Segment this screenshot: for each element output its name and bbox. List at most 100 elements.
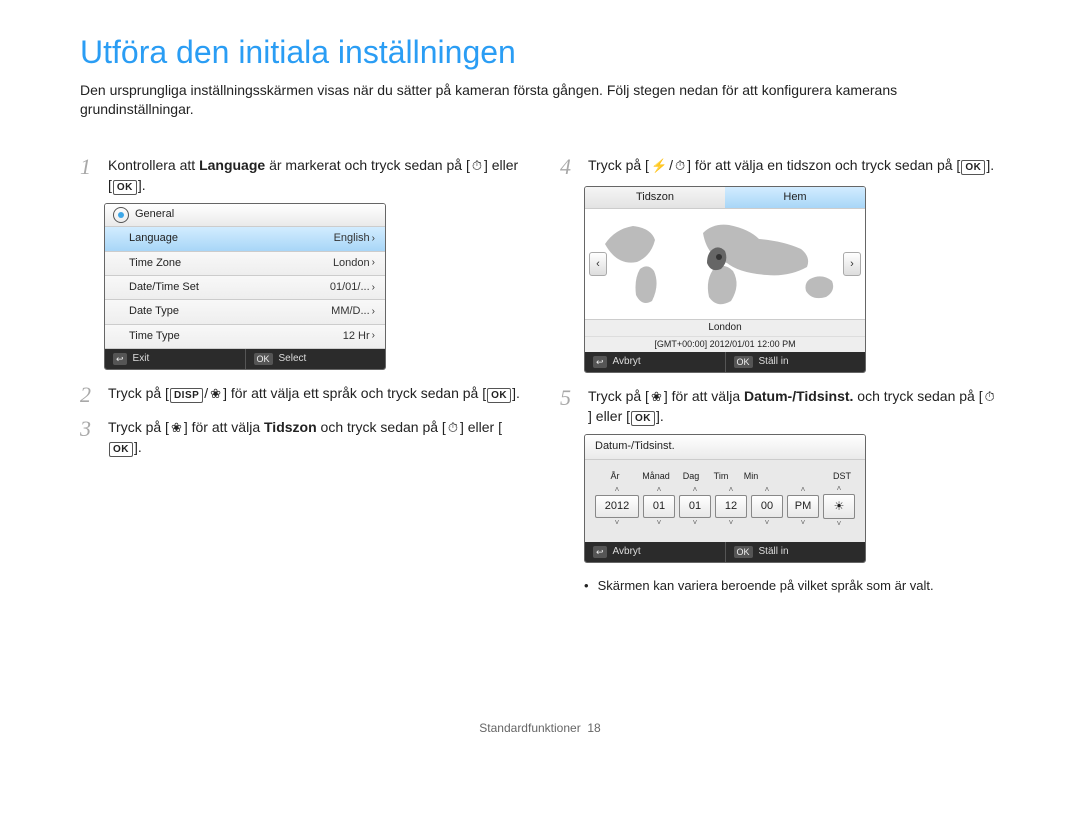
tz-next-button[interactable]: › bbox=[843, 252, 861, 276]
lcd-header: General bbox=[105, 204, 385, 227]
footer-cancel[interactable]: ↩ Avbryt bbox=[585, 542, 725, 562]
step-number: 2 bbox=[80, 384, 98, 406]
flash-icon: ⚡ bbox=[649, 159, 669, 172]
step-body: Kontrollera att Language är markerat och… bbox=[108, 156, 520, 195]
chevron-up-icon[interactable]: ˄ bbox=[729, 486, 734, 494]
right-column: 4 Tryck på [⚡/⏱] för att välja en tidszo… bbox=[560, 144, 1000, 595]
chevron-right-icon: › bbox=[372, 256, 375, 270]
row-datetime[interactable]: Date/Time Set 01/01/...› bbox=[105, 276, 385, 300]
footnote: • Skärmen kan variera beroende på vilket… bbox=[584, 577, 1000, 595]
world-map-svg bbox=[585, 209, 865, 319]
footer-exit[interactable]: ↩ Exit bbox=[105, 349, 245, 369]
page-title: Utföra den initiala inställningen bbox=[80, 30, 1000, 75]
dt-labels: År Månad Dag Tim Min DST bbox=[595, 470, 855, 483]
flower-icon: ❀ bbox=[169, 421, 184, 434]
row-language[interactable]: Language English› bbox=[105, 227, 385, 251]
lcd-footer: ↩ Avbryt OK Ställ in bbox=[585, 352, 865, 372]
ok-icon: OK bbox=[631, 411, 655, 426]
spin-year[interactable]: ˄ 2012 ˅ bbox=[595, 486, 639, 527]
timer-icon: ⏱ bbox=[983, 390, 997, 403]
chevron-down-icon[interactable]: ˅ bbox=[801, 519, 806, 527]
sun-icon: ☀ bbox=[823, 494, 855, 519]
tz-prev-button[interactable]: ‹ bbox=[589, 252, 607, 276]
flower-icon: ❀ bbox=[649, 390, 664, 403]
chevron-up-icon[interactable]: ˄ bbox=[837, 485, 842, 493]
chevron-up-icon[interactable]: ˄ bbox=[765, 486, 770, 494]
timer-icon: ⏱ bbox=[446, 421, 460, 434]
flower-icon: ❀ bbox=[208, 387, 223, 400]
timezone-screen: Tidszon Hem ‹ bbox=[584, 186, 866, 373]
spin-day[interactable]: ˄ 01 ˅ bbox=[679, 486, 711, 527]
chevron-down-icon[interactable]: ˅ bbox=[729, 519, 734, 527]
back-icon: ↩ bbox=[593, 546, 607, 558]
chevron-up-icon[interactable]: ˄ bbox=[693, 486, 698, 494]
step-body: Tryck på [⚡/⏱] för att välja en tidszon … bbox=[588, 156, 1000, 178]
footer-select[interactable]: OK Select bbox=[245, 349, 386, 369]
manual-page: Utföra den initiala inställningen Den ur… bbox=[40, 0, 1040, 755]
spin-min[interactable]: ˄ 00 ˅ bbox=[751, 486, 783, 527]
two-column-layout: 1 Kontrollera att Language är markerat o… bbox=[80, 144, 1000, 595]
step-1: 1 Kontrollera att Language är markerat o… bbox=[80, 156, 520, 195]
timer-icon: ⏱ bbox=[470, 159, 484, 172]
chevron-right-icon: › bbox=[372, 281, 375, 295]
timer-icon: ⏱ bbox=[673, 159, 687, 172]
row-timezone[interactable]: Time Zone London› bbox=[105, 252, 385, 276]
chevron-up-icon[interactable]: ˄ bbox=[615, 486, 620, 494]
disp-icon: DISP bbox=[170, 388, 203, 403]
ok-small-icon: OK bbox=[734, 356, 753, 368]
step-body: Tryck på [❀] för att välja Datum-/Tidsin… bbox=[588, 387, 1000, 426]
page-footer: Standardfunktioner 18 bbox=[40, 720, 1040, 737]
spin-ampm[interactable]: ˄ PM ˅ bbox=[787, 486, 819, 527]
chevron-right-icon: › bbox=[372, 329, 375, 343]
step-number: 4 bbox=[560, 156, 578, 178]
chevron-down-icon[interactable]: ˅ bbox=[837, 520, 842, 528]
general-settings-screen: General Language English› Time Zone Lond… bbox=[104, 203, 386, 370]
tab-tidszon[interactable]: Tidszon bbox=[585, 187, 725, 208]
step-number: 1 bbox=[80, 156, 98, 195]
lcd-footer: ↩ Exit OK Select bbox=[105, 349, 385, 369]
chevron-up-icon[interactable]: ˄ bbox=[657, 486, 662, 494]
spin-hour[interactable]: ˄ 12 ˅ bbox=[715, 486, 747, 527]
spin-dst[interactable]: ˄ ☀ ˅ bbox=[823, 485, 855, 528]
chevron-down-icon[interactable]: ˅ bbox=[765, 519, 770, 527]
row-datetype[interactable]: Date Type MM/D...› bbox=[105, 300, 385, 324]
tab-hem[interactable]: Hem bbox=[725, 187, 865, 208]
back-icon: ↩ bbox=[113, 353, 127, 365]
step-2: 2 Tryck på [DISP/❀] för att välja ett sp… bbox=[80, 384, 520, 406]
tz-tabbar: Tidszon Hem bbox=[585, 187, 865, 209]
settings-dot-icon bbox=[113, 207, 129, 223]
lcd-header-label: General bbox=[135, 207, 174, 222]
step-number: 3 bbox=[80, 418, 98, 457]
chevron-up-icon[interactable]: ˄ bbox=[801, 486, 806, 494]
chevron-down-icon[interactable]: ˅ bbox=[615, 519, 620, 527]
step-3: 3 Tryck på [❀] för att välja Tidszon och… bbox=[80, 418, 520, 457]
step-5: 5 Tryck på [❀] för att välja Datum-/Tids… bbox=[560, 387, 1000, 426]
back-icon: ↩ bbox=[593, 356, 607, 368]
tz-gmt: [GMT+00:00] 2012/01/01 12:00 PM bbox=[585, 336, 865, 352]
dt-title: Datum-/Tidsinst. bbox=[585, 435, 865, 459]
row-timetype[interactable]: Time Type 12 Hr› bbox=[105, 325, 385, 349]
page-intro: Den ursprungliga inställningsskärmen vis… bbox=[80, 81, 1000, 120]
chevron-down-icon[interactable]: ˅ bbox=[693, 519, 698, 527]
footer-cancel[interactable]: ↩ Avbryt bbox=[585, 352, 725, 372]
chevron-right-icon: › bbox=[372, 305, 375, 319]
datetime-screen: Datum-/Tidsinst. År Månad Dag Tim Min DS… bbox=[584, 434, 866, 563]
world-map: ‹ bbox=[585, 209, 865, 319]
step-body: Tryck på [❀] för att välja Tidszon och t… bbox=[108, 418, 520, 457]
chevron-down-icon[interactable]: ˅ bbox=[657, 519, 662, 527]
bullet-icon: • bbox=[584, 577, 594, 595]
footer-set[interactable]: OK Ställ in bbox=[725, 542, 866, 562]
lcd-footer: ↩ Avbryt OK Ställ in bbox=[585, 542, 865, 562]
step-body: Tryck på [DISP/❀] för att välja ett språ… bbox=[108, 384, 520, 406]
ok-small-icon: OK bbox=[254, 353, 273, 365]
footer-set[interactable]: OK Ställ in bbox=[725, 352, 866, 372]
spin-month[interactable]: ˄ 01 ˅ bbox=[643, 486, 675, 527]
tz-city: London bbox=[585, 319, 865, 336]
ok-icon: OK bbox=[109, 442, 133, 457]
ok-icon: OK bbox=[487, 388, 511, 403]
ok-icon: OK bbox=[113, 180, 137, 195]
step-4: 4 Tryck på [⚡/⏱] för att välja en tidszo… bbox=[560, 156, 1000, 178]
dt-spinners: ˄ 2012 ˅ ˄ 01 ˅ ˄ 01 ˅ bbox=[595, 485, 855, 528]
step-number: 5 bbox=[560, 387, 578, 426]
ok-icon: OK bbox=[961, 160, 985, 175]
